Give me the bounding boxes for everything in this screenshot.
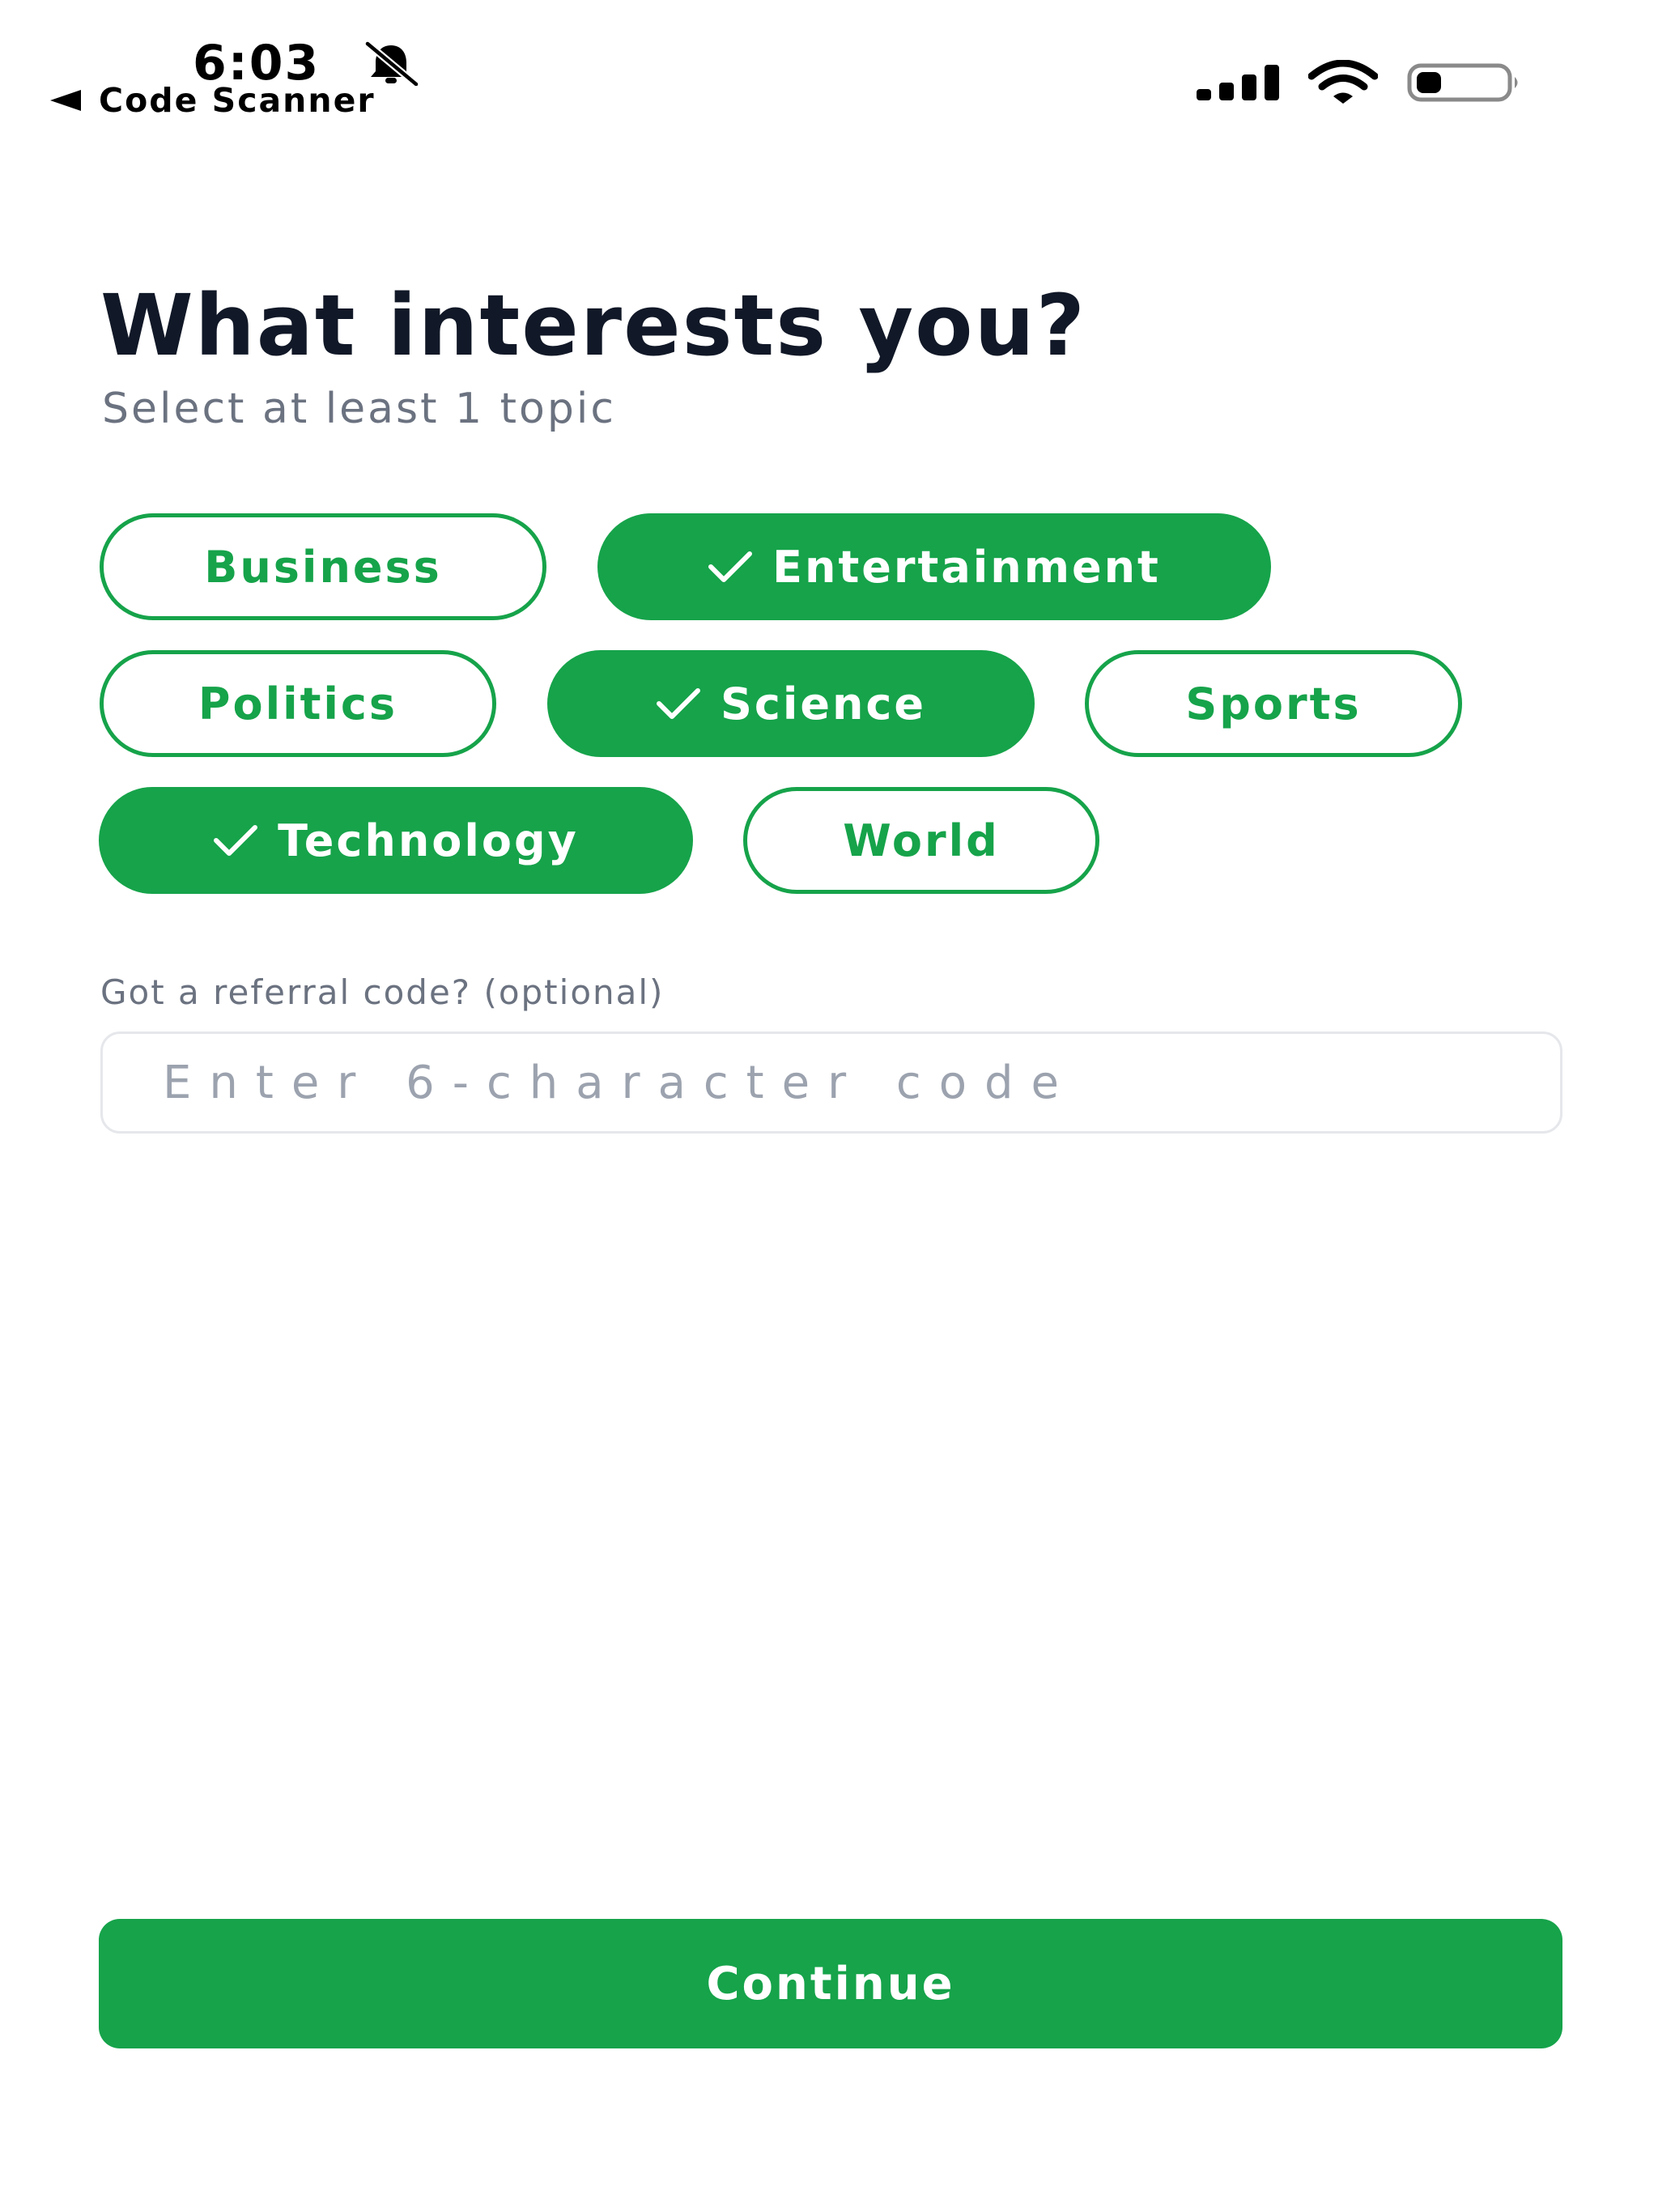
signal-icon	[1197, 65, 1279, 100]
back-triangle-icon	[50, 90, 81, 111]
topic-label: Entertainment	[772, 541, 1161, 593]
topic-label: Politics	[198, 678, 398, 730]
topic-chip-technology[interactable]: Technology	[99, 787, 693, 894]
referral-code-label: Got a referral code? (optional)	[100, 972, 665, 1012]
checkmark-icon	[656, 688, 700, 719]
topic-label: Business	[204, 541, 442, 593]
bell-slash-icon	[363, 40, 420, 86]
page-title: What interests you?	[100, 276, 1086, 375]
wifi-icon	[1308, 60, 1378, 104]
topic-chip-science[interactable]: Science	[547, 650, 1035, 757]
referral-code-input[interactable]	[100, 1032, 1562, 1134]
battery-icon	[1407, 63, 1518, 102]
checkmark-icon	[708, 551, 753, 582]
checkmark-icon	[214, 825, 258, 856]
topic-chip-world[interactable]: World	[743, 787, 1099, 894]
back-app-label: Code Scanner	[99, 81, 376, 120]
topic-chip-entertainment[interactable]: Entertainment	[597, 513, 1271, 620]
topic-label: Technology	[278, 815, 579, 866]
topic-label: World	[843, 815, 1000, 866]
topic-chip-business[interactable]: Business	[100, 513, 546, 620]
continue-button[interactable]: Continue	[99, 1919, 1562, 2048]
topic-chip-politics[interactable]: Politics	[100, 650, 496, 757]
back-to-app-link[interactable]: Code Scanner	[50, 81, 376, 120]
topic-label: Science	[720, 678, 927, 730]
topic-label: Sports	[1185, 678, 1362, 730]
page-subtitle: Select at least 1 topic	[102, 385, 616, 433]
topic-chip-sports[interactable]: Sports	[1085, 650, 1462, 757]
